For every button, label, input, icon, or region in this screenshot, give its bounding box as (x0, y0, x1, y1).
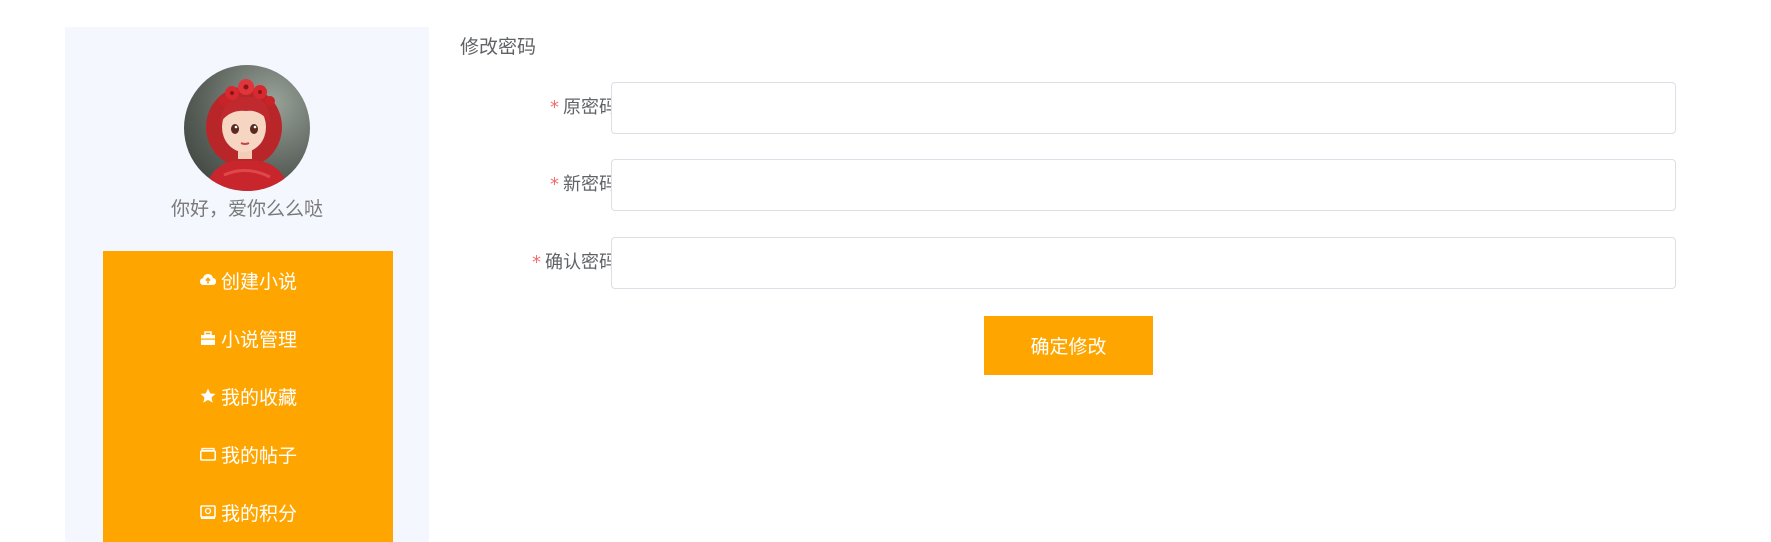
field-label: 确认密码 (545, 252, 617, 273)
confirm-change-button[interactable]: 确定修改 (984, 316, 1153, 375)
old-password-input[interactable] (611, 82, 1676, 134)
sidebar-item-create-novel[interactable]: 创建小说 (103, 251, 393, 309)
sidebar-item-my-posts[interactable]: 我的帖子 (103, 425, 393, 483)
confirm-password-input[interactable] (611, 237, 1676, 289)
sidebar-item-favorites[interactable]: 我的收藏 (103, 367, 393, 425)
form-label: * 原密码 (550, 82, 617, 134)
sidebar-item-my-points[interactable]: 我的积分 (103, 483, 393, 541)
form-row-confirm-password: * 确认密码 (460, 237, 1680, 289)
field-label: 原密码 (563, 97, 617, 118)
avatar-image (184, 65, 310, 191)
star-icon (199, 387, 217, 405)
sidebar-item-label: 创建小说 (220, 270, 297, 293)
field-label: 新密码 (563, 174, 617, 195)
briefcase-icon (199, 329, 217, 347)
sidebar-item-novel-management[interactable]: 小说管理 (103, 309, 393, 367)
cloud-upload-icon (199, 271, 217, 289)
required-mark: * (550, 174, 559, 195)
wallet-icon (199, 503, 217, 521)
password-form-panel: 修改密码 * 原密码 * 新密码 * 确认密码 确定修改 (460, 27, 1680, 527)
sidebar-menu: 创建小说 小说管理 我的收藏 我的帖子 我的积分 (103, 251, 393, 542)
sidebar-item-label: 小说管理 (220, 328, 297, 351)
greeting-text: 你好，爱你么么哒 (170, 198, 323, 220)
required-mark: * (532, 252, 541, 273)
folder-icon (199, 445, 217, 463)
sidebar-item-label: 我的积分 (220, 502, 297, 525)
form-row-new-password: * 新密码 (460, 159, 1680, 211)
new-password-input[interactable] (611, 159, 1676, 211)
page-title: 修改密码 (460, 36, 537, 58)
sidebar-item-label: 我的收藏 (220, 386, 297, 409)
form-label: * 新密码 (550, 159, 617, 211)
sidebar-item-label: 我的帖子 (220, 444, 297, 467)
avatar[interactable] (184, 65, 310, 191)
form-row-old-password: * 原密码 (460, 82, 1680, 134)
form-label: * 确认密码 (532, 237, 617, 289)
required-mark: * (550, 97, 559, 118)
sidebar: 你好，爱你么么哒 创建小说 小说管理 我的收藏 我的帖子 我的积分 (65, 27, 429, 542)
